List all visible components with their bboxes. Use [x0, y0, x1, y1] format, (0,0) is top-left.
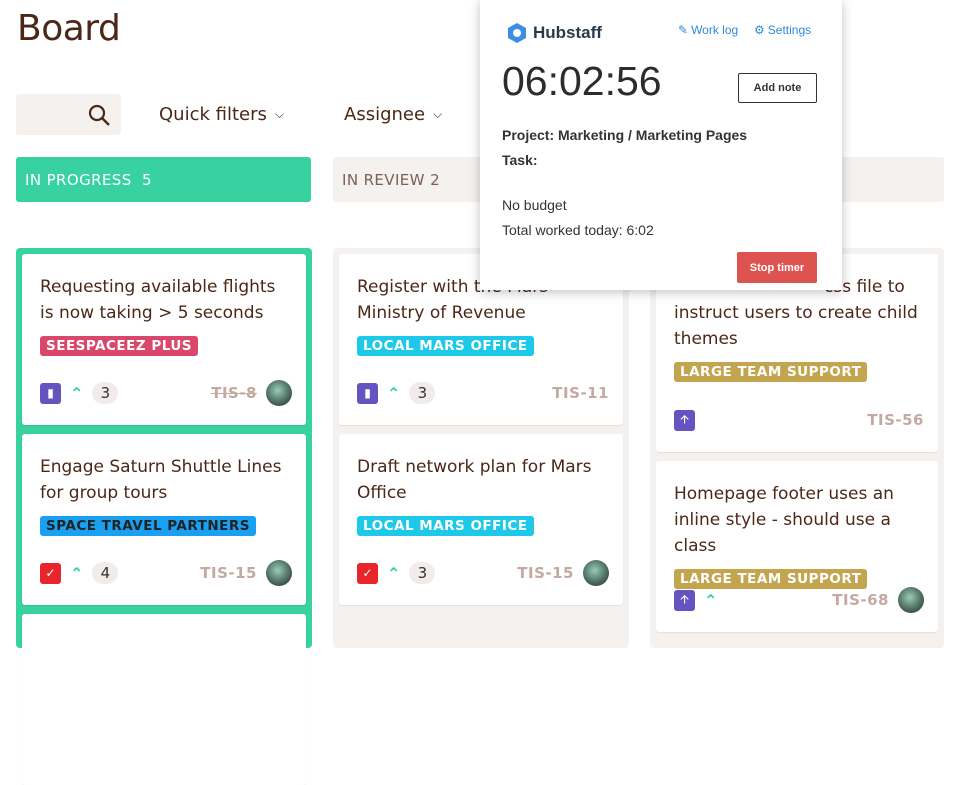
avatar: [266, 560, 292, 586]
issue-key[interactable]: TIS-15: [200, 564, 257, 582]
priority-highest-icon: ⌃: [70, 563, 84, 583]
stop-timer-button[interactable]: Stop timer: [737, 252, 817, 283]
search-input[interactable]: [16, 94, 121, 135]
column-in-review: Register with the Mars Ministry of Reven…: [333, 248, 629, 648]
search-icon: [88, 104, 110, 126]
timer-display: 06:02:56: [502, 58, 662, 104]
avatar: [583, 560, 609, 586]
story-points: 4: [92, 562, 119, 584]
task-checkbox-icon: ✓: [357, 562, 378, 584]
improvement-icon: 🡩: [674, 589, 695, 611]
gear-icon: ⚙: [754, 23, 765, 37]
issue-key[interactable]: TIS-11: [552, 384, 609, 402]
page-title: Board: [17, 8, 121, 49]
priority-highest-icon: ⌃: [70, 383, 84, 403]
pencil-icon: ✎: [678, 23, 689, 37]
issue-card[interactable]: Requesting available flights is now taki…: [22, 254, 306, 425]
task-label: Task:: [502, 152, 538, 168]
settings-link[interactable]: ⚙ Settings: [754, 23, 811, 37]
story-points: 3: [409, 382, 436, 404]
column-in-progress: Requesting available flights is now taki…: [16, 248, 312, 785]
issue-key[interactable]: TIS-68: [832, 591, 889, 609]
settings-label: Settings: [767, 23, 812, 37]
priority-highest-icon: ⌃: [387, 563, 401, 583]
epic-tag: LOCAL MARS OFFICE: [357, 336, 534, 356]
card-title: Requesting available flights is now taki…: [40, 277, 276, 323]
epic-tag: LARGE TEAM SUPPORT: [674, 362, 868, 382]
hubstaff-logo: Hubstaff: [506, 22, 602, 44]
card-title: Engage Saturn Shuttle Lines for group to…: [40, 457, 282, 503]
epic-tag: SPACE TRAVEL PARTNERS: [40, 516, 257, 536]
chevron-down-icon: ⌵: [274, 107, 284, 121]
story-points: 3: [409, 562, 436, 584]
avatar: [898, 587, 924, 613]
chevron-down-icon: ⌵: [433, 107, 443, 121]
issue-card[interactable]: Draft network plan for Mars Office LOCAL…: [339, 434, 623, 605]
epic-tag: LARGE TEAM SUPPORT: [674, 569, 868, 589]
story-icon: ▮: [357, 382, 378, 404]
issue-card[interactable]: Homepage footer uses an inline style - s…: [656, 461, 938, 632]
column-count: 5: [142, 171, 152, 189]
hubstaff-timer-popup: Hubstaff ✎ Work log ⚙ Settings 06:02:56 Ad…: [480, 0, 842, 290]
brand-name: Hubstaff: [533, 23, 602, 42]
work-log-link[interactable]: ✎ Work log: [678, 23, 738, 37]
total-worked-label: Total worked today: 6:02: [502, 222, 654, 238]
card-title: Homepage footer uses an inline style - s…: [674, 484, 894, 556]
story-icon: ▮: [40, 382, 61, 404]
budget-label: No budget: [502, 197, 567, 213]
story-points: 3: [92, 382, 119, 404]
card-title: Draft network plan for Mars Office: [357, 457, 592, 503]
epic-tag: LOCAL MARS OFFICE: [357, 516, 534, 536]
improvement-icon: 🡩: [674, 409, 695, 431]
column-count: 2: [430, 171, 441, 189]
epic-tag: SEESPACEEZ PLUS: [40, 336, 199, 356]
priority-highest-icon: ⌃: [704, 590, 718, 610]
work-log-label: Work log: [691, 23, 739, 37]
column-label: IN PROGRESS: [25, 171, 132, 189]
avatar: [266, 380, 292, 406]
quick-filters-dropdown[interactable]: Quick filters ⌵: [159, 104, 284, 125]
task-checkbox-icon: ✓: [40, 562, 61, 584]
project-label: Project: Marketing / Marketing Pages: [502, 127, 748, 143]
priority-highest-icon: ⌃: [387, 383, 401, 403]
column-done: css file to instruct users to create chi…: [650, 248, 944, 648]
issue-key[interactable]: TIS-8: [211, 384, 257, 402]
hubstaff-logo-icon: [508, 23, 526, 43]
quick-filters-label: Quick filters: [159, 104, 267, 125]
issue-card[interactable]: Engage Saturn Shuttle Lines for group to…: [22, 434, 306, 605]
assignee-dropdown[interactable]: Assignee ⌵: [344, 104, 442, 125]
column-label: IN REVIEW: [342, 171, 425, 189]
issue-key[interactable]: TIS-56: [867, 411, 924, 429]
assignee-label: Assignee: [344, 104, 426, 125]
issue-key[interactable]: TIS-15: [517, 564, 574, 582]
column-header-in-progress[interactable]: IN PROGRESS 5: [16, 157, 311, 202]
add-note-button[interactable]: Add note: [738, 73, 817, 103]
